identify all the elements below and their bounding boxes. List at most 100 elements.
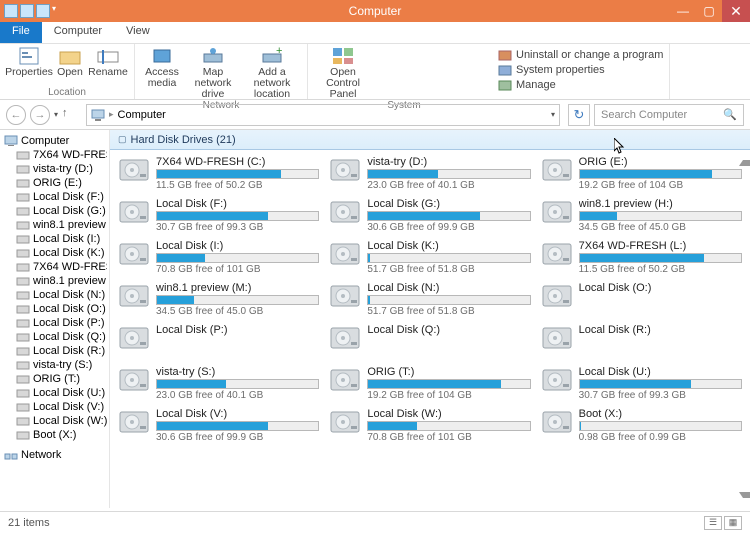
drive[interactable]: Local Disk (P:) <box>116 322 321 364</box>
control-panel-button[interactable]: Open Control Panel <box>314 46 372 100</box>
add-location-button[interactable]: + Add a network location <box>243 46 301 100</box>
drive[interactable]: Local Disk (K:)51.7 GB free of 51.8 GB <box>327 238 532 280</box>
drive-free: 34.5 GB free of 45.0 GB <box>579 222 742 233</box>
drive-icon <box>16 303 30 315</box>
tree-item[interactable]: Boot (X:) <box>2 428 107 442</box>
capacity-bar <box>156 295 319 305</box>
capacity-bar <box>579 379 742 389</box>
uninstall-button[interactable]: Uninstall or change a program <box>498 48 663 62</box>
tab-computer[interactable]: Computer <box>42 22 114 43</box>
open-button[interactable]: Open <box>54 46 86 78</box>
maximize-button[interactable]: ▢ <box>696 0 722 22</box>
drive-icon <box>541 366 573 394</box>
up-button[interactable]: ↑ <box>62 107 78 123</box>
drive-icon <box>16 163 30 175</box>
tree-item[interactable]: Local Disk (F:) <box>2 190 107 204</box>
drive-icon <box>329 156 361 184</box>
drive[interactable]: Local Disk (F:)30.7 GB free of 99.3 GB <box>116 196 321 238</box>
drive[interactable]: Local Disk (G:)30.6 GB free of 99.9 GB <box>327 196 532 238</box>
navigation-tree[interactable]: Computer 7X64 WD-FRESHvista-try (D:)ORIG… <box>0 130 110 508</box>
forward-button[interactable]: → <box>30 105 50 125</box>
system-properties-button[interactable]: System properties <box>498 63 663 77</box>
tree-item[interactable]: vista-try (D:) <box>2 162 107 176</box>
tree-item[interactable]: Local Disk (V:) <box>2 400 107 414</box>
chevron-right-icon[interactable]: ▸ <box>109 109 114 120</box>
drive[interactable]: Local Disk (R:) <box>539 322 744 364</box>
drive[interactable]: 7X64 WD-FRESH (C:)11.5 GB free of 50.2 G… <box>116 154 321 196</box>
tree-item[interactable]: Local Disk (P:) <box>2 316 107 330</box>
drive-free: 11.5 GB free of 50.2 GB <box>579 264 742 275</box>
tree-item[interactable]: Local Disk (G:) <box>2 204 107 218</box>
breadcrumb[interactable]: Computer <box>118 109 166 121</box>
capacity-bar <box>156 211 319 221</box>
rename-button[interactable]: Rename <box>88 46 128 78</box>
drive-label: 7X64 WD-FRESH (C:) <box>156 156 319 168</box>
tab-view[interactable]: View <box>114 22 162 43</box>
tree-item[interactable]: ORIG (T:) <box>2 372 107 386</box>
capacity-bar <box>579 421 742 431</box>
drive-icon <box>118 408 150 436</box>
tree-item[interactable]: win8.1 preview (M:) <box>2 274 107 288</box>
back-button[interactable]: ← <box>6 105 26 125</box>
drive[interactable]: ORIG (E:)19.2 GB free of 104 GB <box>539 154 744 196</box>
drive[interactable]: Boot (X:)0.98 GB free of 0.99 GB <box>539 406 744 448</box>
drive[interactable]: vista-try (S:)23.0 GB free of 40.1 GB <box>116 364 321 406</box>
tree-item[interactable]: Local Disk (R:) <box>2 344 107 358</box>
drive-icon <box>118 240 150 268</box>
drive-label: win8.1 preview (M:) <box>156 282 319 294</box>
drive-label: win8.1 preview (H:) <box>579 198 742 210</box>
tree-item[interactable]: Local Disk (I:) <box>2 232 107 246</box>
drive[interactable]: Local Disk (V:)30.6 GB free of 99.9 GB <box>116 406 321 448</box>
tree-item[interactable]: Local Disk (K:) <box>2 246 107 260</box>
manage-button[interactable]: Manage <box>498 78 663 92</box>
drive[interactable]: vista-try (D:)23.0 GB free of 40.1 GB <box>327 154 532 196</box>
drive[interactable]: Local Disk (U:)30.7 GB free of 99.3 GB <box>539 364 744 406</box>
tree-item[interactable]: Local Disk (N:) <box>2 288 107 302</box>
drive[interactable]: 7X64 WD-FRESH (L:)11.5 GB free of 50.2 G… <box>539 238 744 280</box>
tree-item[interactable]: Local Disk (O:) <box>2 302 107 316</box>
group-header[interactable]: ▢ Hard Disk Drives (21) <box>110 130 750 150</box>
tree-root-computer[interactable]: Computer <box>2 134 107 148</box>
drive[interactable]: Local Disk (O:) <box>539 280 744 322</box>
history-dropdown[interactable]: ▾ <box>54 110 58 119</box>
drive-free: 0.98 GB free of 0.99 GB <box>579 432 742 443</box>
close-button[interactable]: ✕ <box>722 0 750 22</box>
capacity-bar <box>367 211 530 221</box>
drive[interactable]: Local Disk (Q:) <box>327 322 532 364</box>
drive[interactable]: win8.1 preview (H:) 34.5 GB free of 45.0 … <box>539 196 744 238</box>
map-drive-button[interactable]: Map network drive <box>185 46 241 100</box>
tree-item[interactable]: Local Disk (U:) <box>2 386 107 400</box>
tree-item[interactable]: win8.1 preview (H:) <box>2 218 107 232</box>
drive[interactable]: Local Disk (W:)70.8 GB free of 101 GB <box>327 406 532 448</box>
view-details-button[interactable]: ☰ <box>704 516 722 530</box>
minimize-button[interactable]: — <box>670 0 696 22</box>
drive[interactable]: ORIG (T:)19.2 GB free of 104 GB <box>327 364 532 406</box>
ribbon-group-location: Properties Open Rename Location <box>0 44 135 99</box>
properties-button[interactable]: Properties <box>6 46 52 78</box>
view-tiles-button[interactable]: ▦ <box>724 516 742 530</box>
tree-item[interactable]: Local Disk (Q:) <box>2 330 107 344</box>
tree-item[interactable]: vista-try (S:) <box>2 358 107 372</box>
drive[interactable]: Local Disk (N:)51.7 GB free of 51.8 GB <box>327 280 532 322</box>
address-dropdown[interactable]: ▾ <box>551 110 555 119</box>
ribbon-group-system: Open Control Panel System Uninstall or c… <box>308 44 670 99</box>
drive[interactable]: Local Disk (I:)70.8 GB free of 101 GB <box>116 238 321 280</box>
drive-label: Local Disk (Q:) <box>367 324 530 336</box>
access-media-button[interactable]: Access media <box>141 46 183 100</box>
drive-icon <box>16 289 30 301</box>
tree-item[interactable]: 7X64 WD-FRESH <box>2 148 107 162</box>
address-bar[interactable]: ▸ Computer ▾ <box>86 104 560 126</box>
tree-item[interactable]: 7X64 WD-FRESH <box>2 260 107 274</box>
drive-grid: 7X64 WD-FRESH (C:) 11.5 GB free of 50.2 G… <box>110 150 750 508</box>
refresh-button[interactable]: ↻ <box>568 104 590 126</box>
tree-item[interactable]: ORIG (E:) <box>2 176 107 190</box>
drive-free: 23.0 GB free of 40.1 GB <box>367 180 530 191</box>
scrollbar[interactable] <box>736 150 750 508</box>
media-icon <box>150 46 174 66</box>
tree-item[interactable]: Local Disk (W:) <box>2 414 107 428</box>
search-box[interactable]: Search Computer 🔍 <box>594 104 744 126</box>
collapse-icon[interactable]: ▢ <box>118 134 127 145</box>
tree-network[interactable]: Network <box>2 448 107 462</box>
tab-file[interactable]: File <box>0 22 42 43</box>
drive[interactable]: win8.1 preview (M:)34.5 GB free of 45.0 … <box>116 280 321 322</box>
